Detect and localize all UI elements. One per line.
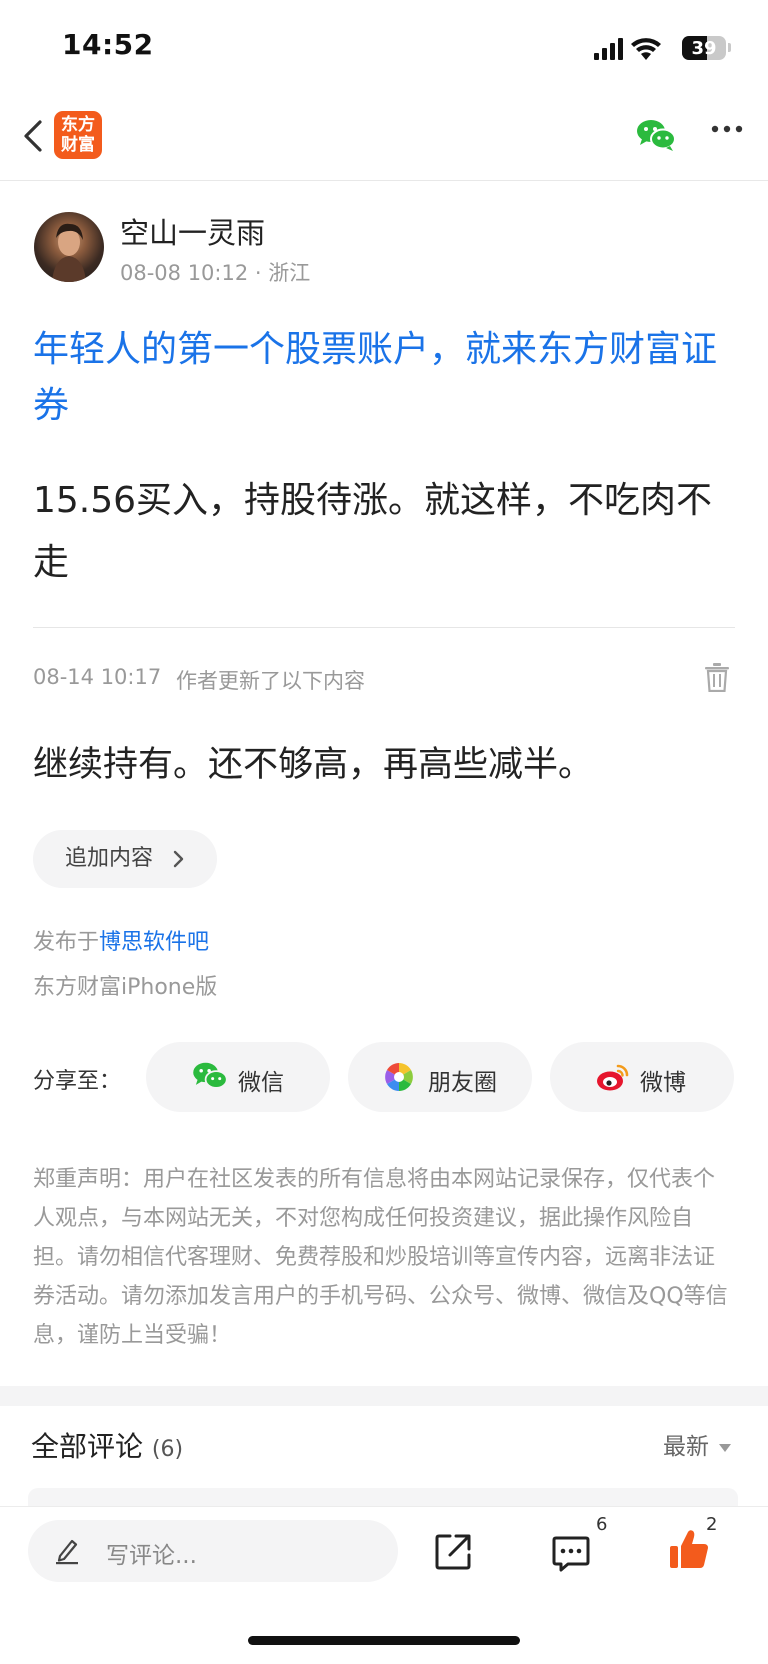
battery-icon: 39 bbox=[682, 36, 726, 60]
update-time: 08-14 10:17 bbox=[33, 665, 162, 689]
moments-icon bbox=[385, 1063, 413, 1091]
comments-sort-dropdown[interactable]: 最新 bbox=[663, 1427, 731, 1461]
comment-card-peek bbox=[28, 1488, 738, 1508]
published-prefix: 发布于 bbox=[33, 930, 100, 955]
chevron-right-icon bbox=[173, 850, 184, 868]
share-moments-button[interactable]: 朋友圈 bbox=[348, 1042, 532, 1112]
logo-text-top: 东方 bbox=[61, 115, 95, 135]
battery-tip bbox=[728, 43, 731, 52]
thumbs-up-icon[interactable] bbox=[668, 1528, 710, 1570]
share-weibo-button[interactable]: 微博 bbox=[550, 1042, 734, 1112]
battery-level: 39 bbox=[691, 38, 717, 59]
author-name[interactable]: 空山一灵雨 bbox=[120, 210, 265, 252]
share-moments-label: 朋友圈 bbox=[428, 1070, 497, 1096]
app-logo[interactable]: 东方 财富 bbox=[54, 111, 102, 159]
home-indicator bbox=[248, 1636, 520, 1645]
sort-label: 最新 bbox=[663, 1434, 709, 1460]
status-time: 14:52 bbox=[62, 28, 154, 61]
back-chevron-icon[interactable] bbox=[16, 114, 52, 158]
update-body: 继续持有。还不够高，再高些减半。 bbox=[33, 745, 594, 785]
logo-text-bottom: 财富 bbox=[61, 135, 95, 155]
post-device: 东方财富iPhone版 bbox=[33, 975, 218, 1000]
comments-header: 全部评论 (6) bbox=[31, 1425, 183, 1465]
disclaimer-text: 郑重声明：用户在社区发表的所有信息将由本网站记录保存，仅代表个人观点，与本网站无… bbox=[33, 1167, 728, 1348]
share-wechat-button[interactable]: 微信 bbox=[146, 1042, 330, 1112]
add-content-label: 追加内容 bbox=[65, 846, 154, 871]
forum-link[interactable]: 博思软件吧 bbox=[99, 930, 209, 955]
update-note: 作者更新了以下内容 bbox=[176, 669, 365, 693]
share-weibo-label: 微博 bbox=[640, 1070, 686, 1096]
post-title-link[interactable]: 年轻人的第一个股票账户，就来东方财富证券 bbox=[33, 322, 733, 434]
comment-icon[interactable] bbox=[552, 1534, 590, 1572]
published-in: 发布于博思软件吧 bbox=[33, 924, 209, 956]
section-separator bbox=[0, 1386, 768, 1406]
share-wechat-label: 微信 bbox=[238, 1070, 284, 1096]
avatar-image bbox=[52, 223, 86, 282]
signal-wifi-icon bbox=[594, 38, 661, 60]
post-meta: 08-08 10:12 · 浙江 bbox=[120, 261, 311, 285]
content-divider bbox=[33, 627, 735, 628]
share-label: 分享至： bbox=[33, 1069, 122, 1094]
nav-divider bbox=[0, 180, 768, 181]
like-count-badge: 2 bbox=[706, 1514, 718, 1535]
wechat-icon bbox=[193, 1062, 228, 1089]
weibo-icon bbox=[597, 1064, 629, 1091]
comment-count-badge: 6 bbox=[596, 1514, 608, 1535]
comment-input[interactable]: 写评论... bbox=[28, 1520, 398, 1582]
comments-count: (6) bbox=[151, 1437, 184, 1462]
comments-title: 全部评论 bbox=[31, 1430, 144, 1463]
wechat-share-icon[interactable] bbox=[636, 118, 676, 152]
author-avatar[interactable] bbox=[34, 212, 104, 282]
status-bar: 14:52 39 bbox=[0, 0, 768, 100]
caret-down-icon bbox=[719, 1443, 731, 1452]
add-content-button[interactable]: 追加内容 bbox=[33, 830, 217, 888]
pencil-icon bbox=[56, 1539, 78, 1565]
post-body: 15.56买入，持股待涨。就这样，不吃肉不走 bbox=[33, 480, 713, 583]
more-icon[interactable] bbox=[710, 123, 744, 135]
share-out-icon[interactable] bbox=[434, 1533, 472, 1571]
trash-icon[interactable] bbox=[704, 662, 730, 692]
comment-placeholder: 写评论... bbox=[106, 1543, 197, 1569]
